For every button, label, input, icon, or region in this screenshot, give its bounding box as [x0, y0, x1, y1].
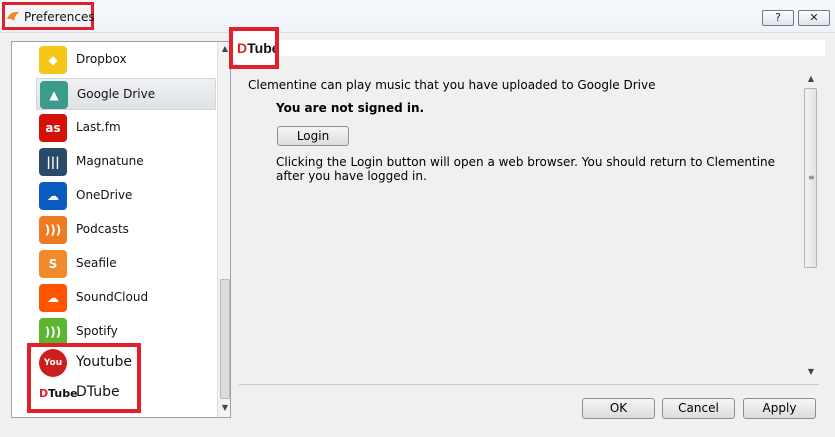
sidebar-item-label: Google Drive: [77, 87, 156, 101]
sidebar-item-onedrive[interactable]: ☁ OneDrive: [36, 180, 216, 212]
page-header-strip: [279, 40, 825, 56]
sidebar-item-label: Seafile: [76, 256, 117, 270]
close-button[interactable]: ✕: [798, 10, 830, 26]
podcasts-icon: ))): [39, 216, 67, 244]
grip-icon: ≡: [808, 173, 815, 182]
clementine-app-icon: [7, 11, 19, 21]
sidebar-item-dropbox[interactable]: ◆ Dropbox: [36, 44, 216, 76]
info-text: Clementine can play music that you have …: [248, 78, 656, 92]
sidebar-item-google-drive[interactable]: ▲ Google Drive: [36, 78, 216, 110]
scroll-up-arrow-icon[interactable]: ▲: [804, 74, 818, 83]
sidebar-item-label: Last.fm: [76, 120, 121, 134]
scroll-down-arrow-icon[interactable]: ▼: [218, 403, 230, 413]
sidebar-item-label: Spotify: [76, 324, 118, 338]
help-button[interactable]: ?: [762, 10, 794, 26]
sidebar-item-label: SoundCloud: [76, 290, 149, 304]
ok-button[interactable]: OK: [582, 398, 655, 419]
sidebar-item-label: Dropbox: [76, 52, 127, 66]
sign-in-status: You are not signed in.: [276, 101, 425, 115]
google-drive-icon: ▲: [40, 81, 68, 109]
page-header-logo: DTube: [229, 27, 280, 69]
login-hint-text: Clicking the Login button will open a we…: [276, 155, 776, 183]
sidebar-item-label: Magnatune: [76, 154, 144, 168]
content-panel: [239, 69, 819, 382]
divider: [239, 384, 819, 385]
sidebar-item-seafile[interactable]: S Seafile: [36, 248, 216, 280]
onedrive-icon: ☁: [39, 182, 67, 210]
content-scroll-thumb[interactable]: ≡: [804, 88, 817, 268]
magnatune-icon: |||: [39, 148, 67, 176]
soundcloud-icon: ☁: [39, 284, 67, 312]
cancel-button[interactable]: Cancel: [662, 398, 735, 419]
sidebar-scrollbar[interactable]: ▲ ▼: [217, 42, 230, 417]
sidebar-item-label: Podcasts: [76, 222, 129, 236]
window-title: Preferences: [24, 10, 95, 24]
login-button[interactable]: Login: [277, 126, 349, 146]
dropbox-icon: ◆: [39, 46, 67, 74]
sidebar-item-podcasts[interactable]: ))) Podcasts: [36, 214, 216, 246]
spotify-icon: ))): [39, 318, 67, 346]
scroll-down-arrow-icon[interactable]: ▼: [804, 367, 818, 376]
content-scrollbar[interactable]: ▲ ≡ ▼: [804, 72, 818, 378]
svg-text:DTube: DTube: [237, 40, 275, 56]
seafile-icon: S: [39, 250, 67, 278]
apply-button[interactable]: Apply: [743, 398, 816, 419]
youtube-dtube-highlight-box: [27, 343, 141, 413]
sidebar-item-magnatune[interactable]: ||| Magnatune: [36, 146, 216, 178]
title-bar: Preferences ? ✕: [0, 0, 835, 33]
dtube-logo-icon: DTube: [237, 40, 280, 56]
lastfm-icon: as: [39, 114, 67, 142]
sidebar-item-last-fm[interactable]: as Last.fm: [36, 112, 216, 144]
scroll-thumb[interactable]: [220, 279, 230, 399]
sidebar-item-soundcloud[interactable]: ☁ SoundCloud: [36, 282, 216, 314]
sidebar-item-label: OneDrive: [76, 188, 133, 202]
